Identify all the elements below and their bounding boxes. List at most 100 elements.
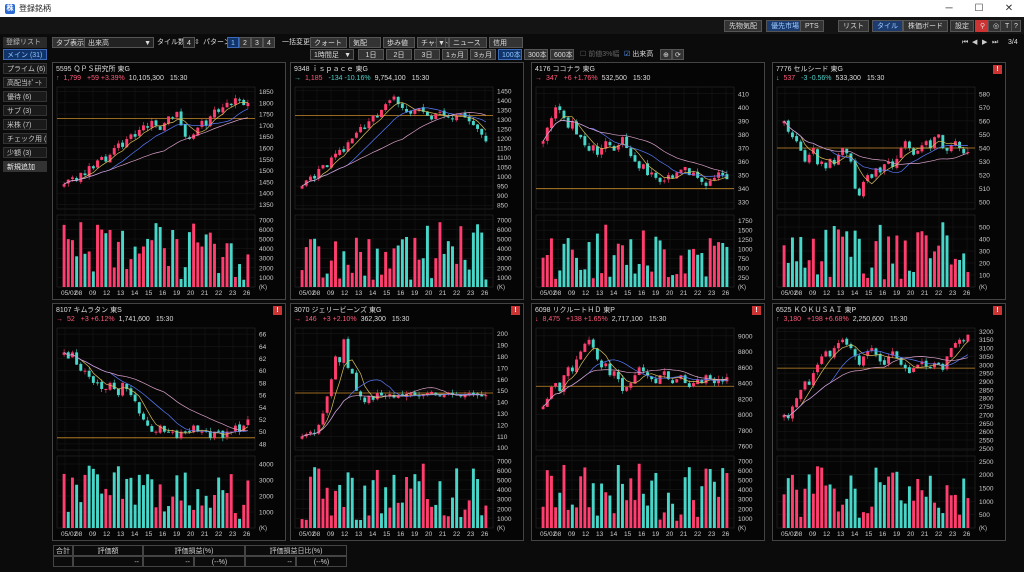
kehai-button[interactable]: 気配	[349, 37, 381, 48]
price-chart[interactable]: 1850 1800 1750 1700 1650 1600 1550 1500 1450 1400…	[53, 63, 287, 301]
x-tick-label: 23	[467, 290, 475, 297]
period-300-button[interactable]: 300本	[524, 49, 548, 60]
futures-quote-button[interactable]: 先物気配	[724, 20, 762, 32]
price-chart[interactable]: 66 64 62 60 58 56 54 52 50 48 4000 3000 2000 1000 (K) 0…	[53, 304, 287, 542]
stock-tile[interactable]: 4176 ココナラ 東G → 347 +6 +1.76% 532,500 15:30 4…	[531, 62, 765, 300]
zoom-icon[interactable]: ⊕	[660, 49, 672, 60]
sidebar-item-sub[interactable]: サブ (3)	[3, 105, 47, 116]
stock-tile[interactable]: 6525 ＫＯＫＵＳＡＩ 東P ↑ 3,180 +198 +6.68% 2,250,6…	[772, 303, 1006, 541]
quote-button[interactable]: クォート	[310, 37, 347, 48]
volume-bar	[662, 249, 666, 287]
period-100-button[interactable]: 100本	[498, 49, 522, 60]
sidebar-item-high-dividend[interactable]: 高配当ﾎﾟｰﾄ	[3, 77, 47, 88]
x-tick-label: 23	[708, 531, 716, 538]
volume-tick-label: 1000	[259, 275, 274, 282]
volume-bar	[133, 504, 137, 528]
price-chart[interactable]: 200 190 180 170 160 150 140 130 120 110 100 7000 600…	[291, 304, 525, 542]
tab-display-button[interactable]: タブ表示	[52, 37, 88, 48]
volume-bar	[862, 512, 865, 528]
pattern-3-button[interactable]: 3	[251, 37, 263, 48]
period-3d-button[interactable]: 3日	[414, 49, 440, 60]
period-3m-button[interactable]: 3ヵ月	[470, 49, 496, 60]
minimize-icon[interactable]: ─	[934, 0, 964, 17]
candle	[708, 180, 712, 186]
volume-bar	[476, 479, 480, 528]
period-600-button[interactable]: 600本	[550, 49, 574, 60]
candle	[200, 431, 204, 433]
y-tick-label: 66	[259, 332, 267, 339]
stock-tile[interactable]: 3070 ジェリービーンズ 東G → 146 +3 +2.10% 362,300 15:…	[290, 303, 524, 541]
sort-select[interactable]: 出来高 ▼	[84, 37, 154, 48]
next-page-icon[interactable]: ▶	[982, 37, 987, 48]
volume-bar	[882, 484, 886, 528]
stock-tile[interactable]: 5595 ＱＰＳ研究所 東G ↑ 1,799 +59 +3.39% 10,105,30…	[52, 62, 286, 300]
stock-tile[interactable]: 9348 ｉｓｐａｃｅ 東G → 1,185 -134 -10.16% 9,754,1…	[290, 62, 524, 300]
sidebar-item-prime[interactable]: プライム (6)	[3, 63, 47, 74]
maximize-icon[interactable]: ☐	[964, 0, 994, 17]
close-icon[interactable]: ✕	[994, 0, 1024, 17]
pattern-1-button[interactable]: 1	[227, 37, 239, 48]
candle	[104, 389, 108, 390]
sidebar-item-benefits[interactable]: 優待 (6)	[3, 91, 47, 102]
price-chart[interactable]: 410 400 390 380 370 360 350 340 330 1750 1500 1250 1…	[532, 63, 766, 301]
news-button[interactable]: ニュース	[449, 37, 487, 48]
stepper-icon[interactable]: ⇕	[194, 37, 200, 48]
sidebar-item-small[interactable]: 少額 (3)	[3, 147, 47, 158]
volume-bar	[400, 502, 404, 528]
volume-bar	[171, 496, 175, 528]
pts-button[interactable]: PTS	[800, 20, 824, 32]
chart-menu-icon[interactable]: ▼	[436, 37, 446, 48]
tile-button[interactable]: タイル	[872, 20, 903, 32]
sidebar-item-main[interactable]: メイン (31)	[3, 49, 47, 60]
volume-bar	[799, 236, 803, 287]
volume-checkbox[interactable]: ☑ 出来高	[624, 49, 653, 60]
last-page-icon[interactable]: ⏭	[992, 37, 998, 48]
volume-bar	[836, 511, 840, 528]
stock-tile[interactable]: 7776 セルシード 東G ↓ 537 -3 -0.56% 533,300 15:30 …	[772, 62, 1006, 300]
volume-bar	[853, 230, 857, 287]
volume-bar	[937, 507, 941, 528]
y-tick-label: 2750	[979, 404, 994, 411]
credit-button[interactable]: 信用	[489, 37, 523, 48]
sidebar-item-us-stocks[interactable]: 米株 (7)	[3, 119, 47, 130]
volume-bar	[70, 240, 74, 287]
settings-button[interactable]: 設定	[950, 20, 974, 32]
volume-tick-label: 1750	[738, 218, 753, 225]
priority-market-button[interactable]: 優先市場	[766, 20, 804, 32]
daily-pnl-header: 評価損益日比(%)	[245, 545, 347, 556]
candle	[541, 141, 545, 144]
pattern-2-button[interactable]: 2	[239, 37, 251, 48]
stock-board-button[interactable]: 株価ボード	[903, 20, 948, 32]
stock-tile[interactable]: 6098 リクルートＨＤ 東P ↓ 8,475 +138 +1.65% 2,717,1…	[531, 303, 765, 541]
interval-select[interactable]: 1時間足 ▼	[310, 49, 354, 60]
top-toolbar: 先物気配 優先市場 PTS リスト タイル 株価ボード 設定 ⚲ ◎ T ?	[0, 17, 1024, 34]
x-tick-label: 14	[131, 290, 139, 297]
prev-page-icon[interactable]: ◀	[972, 37, 977, 48]
volume-bar	[233, 277, 237, 287]
list-button[interactable]: リスト	[838, 20, 869, 32]
price-chart[interactable]: 1450 1400 1350 1300 1250 1200 1150 1100 1050 1000…	[291, 63, 525, 301]
stock-tile[interactable]: 8107 キムラタン 東S → 52 +3 +6.12% 1,741,600 15:30…	[52, 303, 286, 541]
add-list-button[interactable]: 新規追加	[3, 161, 47, 172]
volume-tick-label: 7000	[497, 458, 512, 465]
volume-tick-label: 2000	[259, 265, 274, 272]
volume-bar	[137, 253, 141, 287]
period-2d-button[interactable]: 2日	[386, 49, 412, 60]
first-page-icon[interactable]: ⏮	[962, 37, 968, 48]
period-1m-button[interactable]: 1ヵ月	[442, 49, 468, 60]
price-chart[interactable]: 32003150 310030503000 295029002850 28002750…	[773, 304, 1007, 542]
pattern-4-button[interactable]: 4	[263, 37, 275, 48]
price-chart[interactable]: 580 570 560 550 540 530 520 510 500 500 400 300 200 1…	[773, 63, 1007, 301]
candle	[566, 367, 570, 377]
x-tick-label: 12	[823, 531, 831, 538]
tick-button[interactable]: 歩み値	[383, 37, 415, 48]
period-1d-button[interactable]: 1日	[358, 49, 384, 60]
candle	[150, 120, 154, 128]
sidebar-item-check[interactable]: チェック用 (	[3, 133, 47, 144]
price-chart[interactable]: 9000 8800 8600 8400 8200 8000 7800 7600 7000 6000…	[532, 304, 766, 542]
candle	[363, 127, 367, 129]
volume-bar	[125, 478, 129, 528]
help-icon[interactable]: ?	[1011, 20, 1021, 32]
refresh-icon[interactable]: ⟳	[672, 49, 684, 60]
prev-3pct-checkbox[interactable]: ☐ 前値3%幅	[580, 49, 619, 60]
